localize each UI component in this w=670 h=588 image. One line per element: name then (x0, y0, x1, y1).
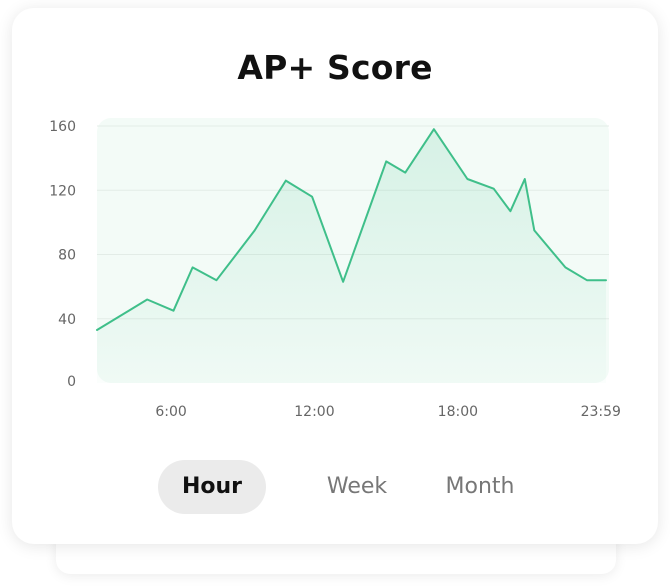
x-tick-label: 18:00 (438, 404, 478, 420)
y-tick-label: 40 (58, 312, 76, 328)
x-tick-label: 6:00 (155, 404, 186, 420)
y-tick-label: 0 (67, 374, 76, 390)
tab-week[interactable]: Week (303, 460, 411, 514)
y-tick-label: 120 (49, 183, 76, 199)
y-axis-ticks: 0 40 80 120 160 (49, 119, 76, 390)
y-tick-label: 80 (58, 248, 76, 264)
x-tick-label: 23:59 (581, 404, 621, 420)
tab-hour[interactable]: Hour (158, 460, 266, 514)
score-chart: 0 40 80 120 160 6:00 12:00 18:00 23:59 (49, 118, 621, 420)
score-card: AP+ Score 0 40 80 120 160 6:00 12:00 18:00 23:5… (12, 8, 658, 544)
tab-month[interactable]: Month (426, 460, 534, 514)
time-range-tabs: Hour Week Month (158, 460, 558, 514)
x-tick-label: 12:00 (294, 404, 334, 420)
y-tick-label: 160 (49, 119, 76, 135)
x-axis-ticks: 6:00 12:00 18:00 23:59 (155, 404, 621, 420)
